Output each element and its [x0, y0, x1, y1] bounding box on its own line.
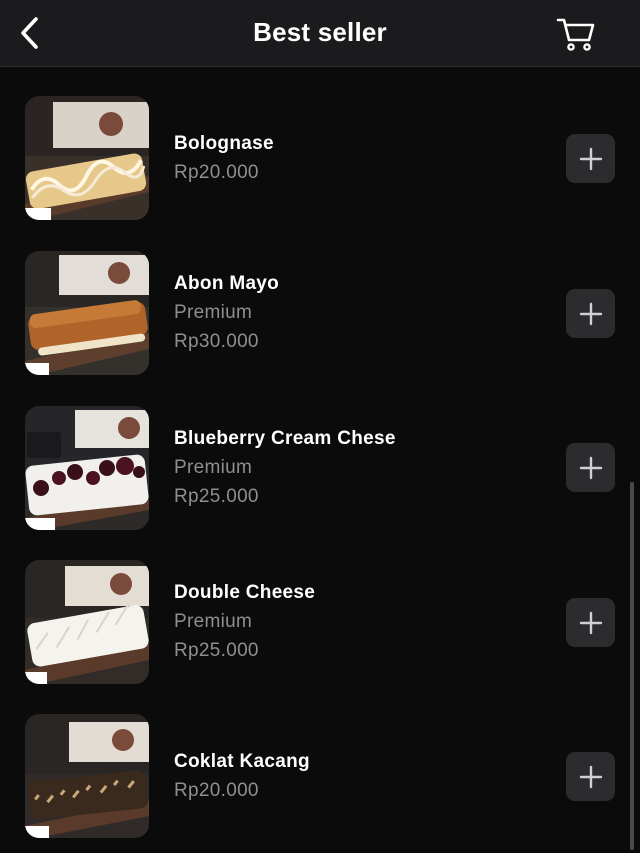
product-image	[25, 714, 149, 838]
product-list: Bolognase Rp20.000 Abon Mayo Premium Rp3…	[0, 67, 640, 853]
cart-icon	[556, 18, 595, 51]
product-info: Double Cheese Premium Rp25.000	[174, 578, 315, 665]
add-to-cart-button[interactable]	[566, 443, 615, 492]
top-bar: Best seller	[0, 0, 640, 67]
scrollbar[interactable]	[630, 482, 634, 850]
add-to-cart-button[interactable]	[566, 289, 615, 338]
product-price: Rp30.000	[174, 331, 259, 352]
plus-icon	[579, 765, 602, 788]
product-name: Bolognase	[174, 133, 274, 154]
cart-button[interactable]	[554, 13, 598, 55]
product-info: Bolognase Rp20.000	[174, 129, 274, 187]
page-title: Best seller	[253, 17, 387, 47]
product-image	[25, 560, 149, 684]
add-to-cart-button[interactable]	[566, 752, 615, 801]
product-name: Coklat Kacang	[174, 751, 310, 772]
product-price: Rp25.000	[174, 640, 259, 661]
add-to-cart-button[interactable]	[566, 134, 615, 183]
product-info: Abon Mayo Premium Rp30.000	[174, 269, 279, 356]
product-name: Abon Mayo	[174, 273, 280, 294]
product-tag: Premium	[174, 457, 253, 478]
add-to-cart-button[interactable]	[566, 598, 615, 647]
plus-icon	[579, 302, 602, 325]
product-price: Rp20.000	[174, 162, 259, 183]
product-price: Rp20.000	[174, 780, 259, 801]
product-price: Rp25.000	[174, 486, 259, 507]
product-name: Double Cheese	[174, 582, 316, 603]
product-info: Blueberry Cream Chese Premium Rp25.000	[174, 424, 396, 511]
product-tag: Premium	[174, 611, 253, 632]
product-image	[25, 96, 149, 220]
plus-icon	[579, 147, 602, 170]
product-image	[25, 251, 149, 375]
product-image	[25, 406, 149, 530]
plus-icon	[579, 611, 602, 634]
product-tag: Premium	[174, 302, 253, 323]
plus-icon	[579, 456, 602, 479]
product-name: Blueberry Cream Chese	[174, 428, 396, 449]
product-info: Coklat Kacang Rp20.000	[174, 747, 310, 805]
